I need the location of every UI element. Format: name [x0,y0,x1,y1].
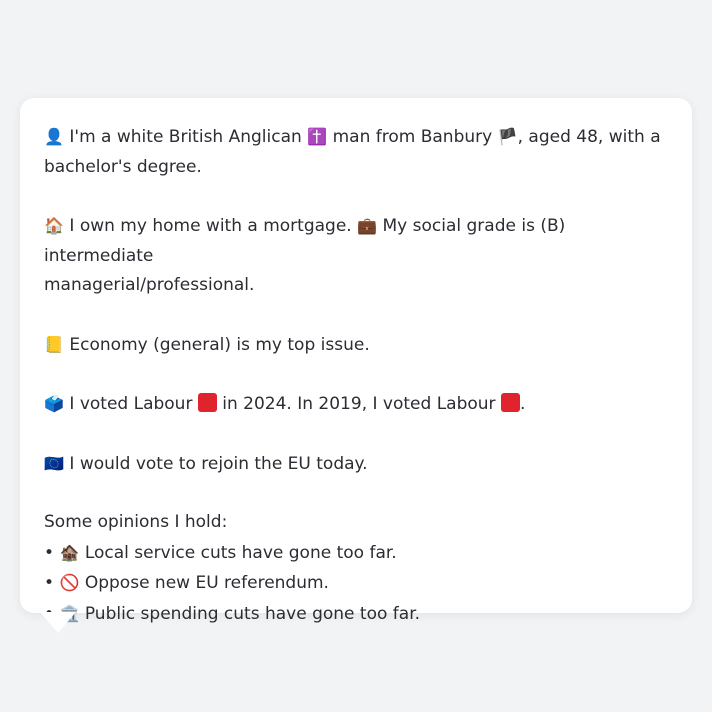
ballot-box-icon: 🗳️ [44,394,64,413]
eu-paragraph: 🇪🇺 I would vote to rejoin the EU today. [44,449,668,480]
vote-text-1: I voted Labour [69,394,193,414]
home-paragraph: 🏠 I own my home with a mortgage. 💼 My so… [44,211,668,301]
list-item: • 🏚️ Local service cuts have gone too fa… [44,538,668,569]
vote-paragraph: 🗳️ I voted Labour in 2024. In 2019, I vo… [44,389,668,420]
list-item: • 🏛️ Public spending cuts have gone too … [44,599,668,630]
derelict-house-icon: 🏚️ [59,542,80,562]
vote-text-2: in 2024. In 2019, I voted Labour [222,394,496,414]
bubble-tail [40,612,76,633]
labour-party-square-icon [500,393,520,412]
identity-text-mid: man from Banbury [332,127,493,147]
vote-text-3: . [519,394,526,414]
identity-paragraph: 👤 I'm a white British Anglican ✝️ man fr… [44,122,668,182]
bullet: • [44,573,55,593]
bullet: • [44,542,55,563]
prohibited-icon: 🚫 [59,573,80,592]
flag-eu-icon: 🇪🇺 [44,453,64,473]
list-item: • 🚫 Oppose new EU referendum. [44,568,668,599]
ledger-book-icon: 📒 [44,334,64,354]
opinions-heading: Some opinions I hold: [44,512,228,532]
house-icon: 🏠 [44,216,64,235]
bust-silhouette-icon: 👤 [44,127,64,146]
home-text-1: I own my home with a mortgage. [69,216,352,236]
opinion-text: Public spending cuts have gone too far. [84,603,421,624]
opinion-text: Oppose new EU referendum. [84,573,329,593]
persona-message-bubble: 👤 I'm a white British Anglican ✝️ man fr… [20,98,692,624]
briefcase-icon: 💼 [357,216,378,235]
issue-text: Economy (general) is my top issue. [69,334,370,355]
flag-england-icon: 🏴 [497,127,518,146]
home-text-line2: managerial/professional. [44,275,255,295]
eu-text: I would vote to rejoin the EU today. [69,453,368,474]
identity-text-post: , aged 48, with a [517,127,661,147]
identity-text-pre: I'm a white British Anglican [69,127,302,147]
labour-party-square-icon [197,393,217,412]
opinions-section: Some opinions I hold: • 🏚️ Local service… [44,508,668,629]
opinion-text: Local service cuts have gone too far. [84,542,397,563]
latin-cross-icon: ✝️ [307,127,328,146]
identity-text-line2: bachelor's degree. [44,156,202,177]
issue-paragraph: 📒 Economy (general) is my top issue. [44,330,668,361]
